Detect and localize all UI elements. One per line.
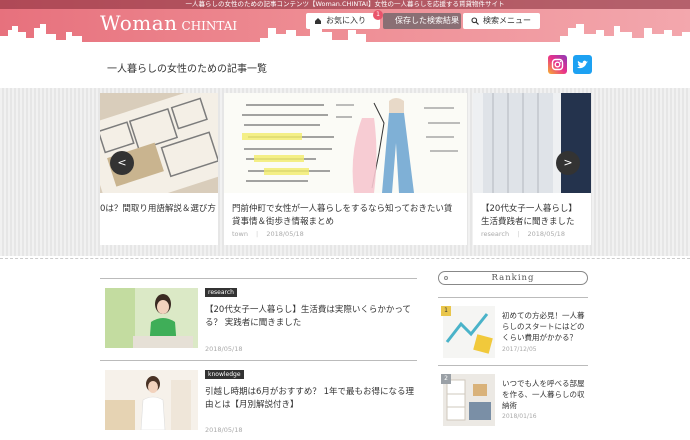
site-logo[interactable]: Woman CHINTAI (100, 11, 237, 35)
carousel-card-title: 門前仲町で女性が一人暮らしをするなら知っておきたい賃貸事情＆街歩き情報まとめ (232, 204, 453, 227)
illustration-image (224, 93, 467, 193)
rank-number: 2 (441, 374, 451, 384)
ranking-item-title[interactable]: いつでも人を呼べる部屋を作る、一人暮らしの収納術 (502, 378, 588, 411)
twitter-button[interactable] (573, 55, 592, 74)
saved-search-button[interactable]: 保存した検索結果 (383, 13, 461, 29)
home-icon (315, 18, 321, 24)
chevron-left-icon: < (117, 156, 127, 169)
instagram-button[interactable] (548, 55, 567, 74)
ranking-separator (438, 365, 588, 366)
ranking-separator (438, 297, 588, 298)
carousel-next-button[interactable]: > (556, 151, 580, 175)
site-tagline: 一人暮らしの女性のための記事コンテンツ【Woman.CHINTAI】女性の一人暮… (0, 0, 690, 9)
ranking-item-date: 2018/01/16 (502, 413, 537, 420)
page-title: 一人暮らしの女性のための記事一覧 (107, 64, 267, 75)
article-date: 2018/05/18 (205, 345, 243, 353)
article-title[interactable]: 【20代女子一人暮らし】生活費は実際いくらかかってる？ 実践者に聞きました (205, 304, 415, 330)
article-thumbnail[interactable] (105, 288, 198, 348)
list-separator (100, 360, 417, 361)
list-separator (100, 278, 417, 279)
article-title[interactable]: 引越し時期は6月がおすすめ？ 1年で最もお得になる理由とは【月別解説付き】 (205, 386, 415, 412)
logo-sub: CHINTAI (181, 19, 238, 33)
carousel-card-meta: town | 2018/05/18 (232, 230, 304, 238)
search-menu-button[interactable]: 検索メニュー (463, 13, 540, 29)
search-icon (471, 17, 479, 25)
instagram-icon (551, 58, 564, 71)
card-category: research (481, 230, 510, 238)
carousel-prev-button[interactable]: < (110, 151, 134, 175)
card-date: 2018/05/18 (527, 230, 565, 238)
carousel-card-title: 【20代女子一人暮らし】生活費践者に聞きました (481, 204, 577, 227)
article-date: 2018/05/18 (205, 426, 243, 434)
site-header: 一人暮らしの女性のための記事コンテンツ【Woman.CHINTAI】女性の一人暮… (0, 0, 690, 48)
twitter-bird-icon (577, 60, 588, 69)
carousel-card-title: 0は？間取り用語解説＆選び方 (100, 204, 216, 214)
logo-main: Woman (100, 11, 178, 35)
favorites-button[interactable]: お気に入り (306, 13, 380, 29)
ranking-item-title[interactable]: 初めての方必見！一人暮らしのスタートにはどのくらい費用がかかる？ (502, 310, 588, 343)
section-divider (0, 258, 690, 259)
chevron-right-icon: > (563, 156, 573, 169)
card-date: 2018/05/18 (266, 230, 304, 238)
card-category: town (232, 230, 248, 238)
featured-carousel: 0は？間取り用語解説＆選び方 門前仲町で女性が一人暮らしをするなら知っておきたい… (0, 88, 690, 256)
article-thumbnail[interactable] (105, 370, 198, 430)
ranking-item-date: 2017/12/05 (502, 346, 537, 353)
ranking-title: Ranking (491, 273, 535, 283)
favorites-label: お気に入り (326, 16, 366, 25)
carousel-card[interactable]: 門前仲町で女性が一人暮らしをするなら知っておきたい賃貸事情＆街歩き情報まとめ t… (224, 93, 467, 245)
ornament-icon (444, 276, 448, 280)
room-window-image (473, 93, 591, 193)
search-menu-label: 検索メニュー (483, 16, 531, 25)
article-tag[interactable]: research (205, 288, 237, 297)
saved-search-label: 保存した検索結果 (395, 16, 459, 25)
ranking-heading: Ranking (438, 271, 588, 285)
carousel-card-meta: research | 2018/05/18 (481, 230, 565, 238)
saved-count-badge: 1 (373, 10, 383, 20)
rank-number: 1 (441, 306, 451, 316)
article-tag[interactable]: knowledge (205, 370, 244, 379)
floorplan-image (100, 93, 218, 193)
